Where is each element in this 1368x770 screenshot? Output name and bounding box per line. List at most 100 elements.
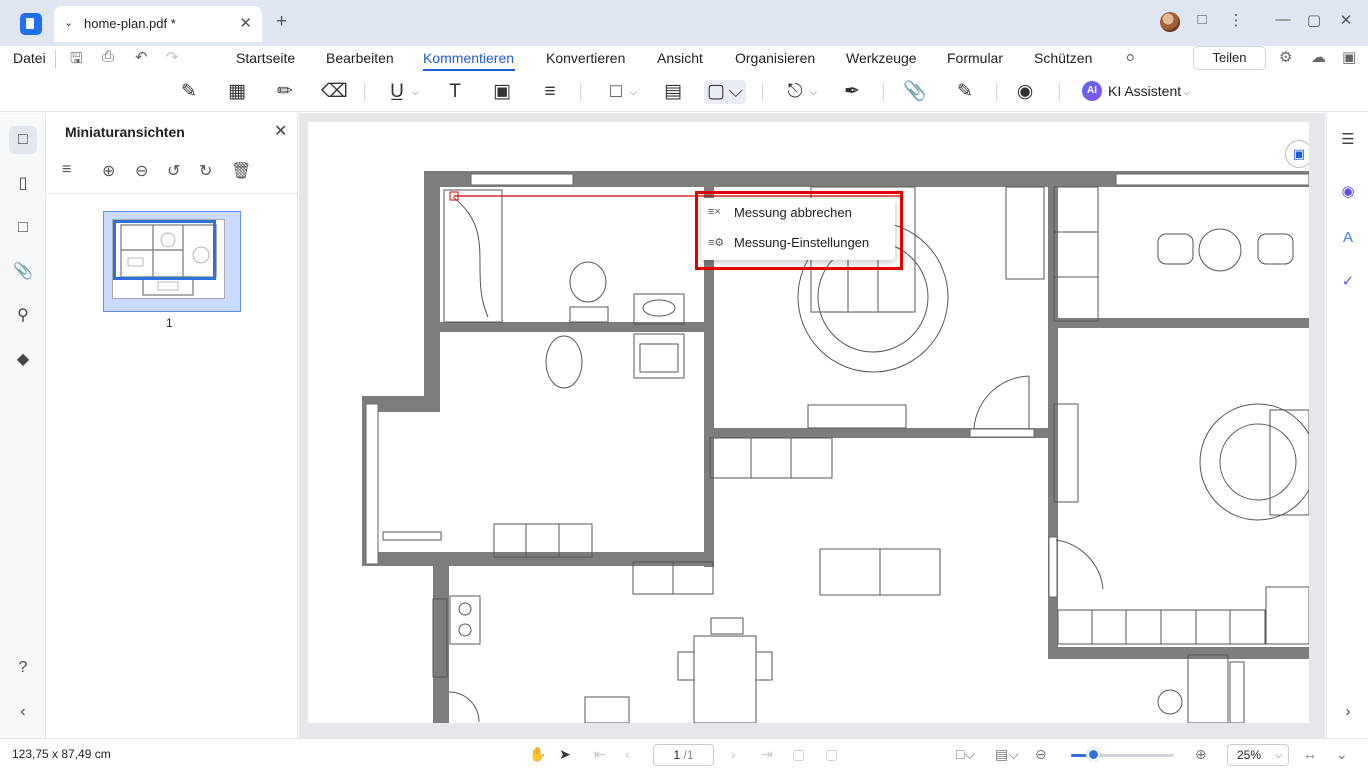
check-task-icon[interactable]: ✓ bbox=[1337, 271, 1359, 293]
layers-icon[interactable]: ◆ bbox=[9, 346, 37, 374]
zoom-in-icon[interactable]: ⊕ bbox=[1195, 746, 1207, 763]
delete-page-icon[interactable]: 🗑 bbox=[231, 161, 251, 181]
text-icon[interactable]: T bbox=[443, 80, 467, 104]
next-page-icon[interactable]: › bbox=[731, 746, 736, 762]
eraser-icon[interactable]: ⌫ bbox=[321, 80, 348, 104]
hand-tool-icon[interactable]: ✋ bbox=[529, 746, 546, 763]
chevron-down-icon[interactable]: ⌵ bbox=[1183, 87, 1190, 98]
menu-schuetzen[interactable]: Schützen bbox=[1034, 50, 1092, 66]
feedback-icon[interactable]: □ bbox=[1192, 11, 1212, 28]
page-view-icon[interactable]: ▢ bbox=[825, 746, 838, 763]
page-thumbnails-icon[interactable]: □ bbox=[9, 126, 37, 154]
attachment-icon[interactable]: 📎 bbox=[903, 80, 927, 104]
zoom-out-icon[interactable]: ⊖ bbox=[1035, 746, 1047, 763]
eye-icon[interactable]: ◉ bbox=[1013, 80, 1037, 104]
share-button[interactable]: Teilen bbox=[1193, 46, 1266, 70]
comments-icon[interactable]: □ bbox=[9, 214, 37, 242]
textbox-icon[interactable]: ▣ bbox=[490, 80, 514, 104]
workflow-icon[interactable]: ⚙ bbox=[1279, 48, 1292, 66]
translate-icon[interactable]: A bbox=[1337, 227, 1359, 249]
zoom-in-icon[interactable]: ⊕ bbox=[102, 161, 115, 181]
page-thumbnail[interactable] bbox=[103, 211, 241, 312]
rotate-right-icon[interactable]: ↻ bbox=[199, 161, 212, 181]
page-number-input[interactable]: 1 /1 bbox=[653, 744, 714, 766]
thumbnail-page-number: 1 bbox=[166, 316, 173, 330]
area-highlight-icon[interactable]: ▦ bbox=[225, 80, 249, 104]
menu-item-measure-settings[interactable]: ≡⚙ Messung-Einstellungen bbox=[701, 228, 895, 258]
fit-width-icon[interactable]: ↔ bbox=[1303, 746, 1317, 762]
menu-organisieren[interactable]: Organisieren bbox=[735, 50, 815, 66]
rotate-view-icon[interactable]: ▢ bbox=[792, 746, 805, 763]
thumbnail-menu-icon[interactable]: ≡ bbox=[62, 161, 71, 179]
close-window-icon[interactable]: ✕ bbox=[1336, 11, 1356, 29]
new-tab-icon[interactable]: + bbox=[276, 11, 287, 33]
zoom-out-icon[interactable]: ⊖ bbox=[135, 161, 148, 181]
lightbulb-icon[interactable]: ⚪ bbox=[1124, 49, 1137, 67]
rotate-left-icon[interactable]: ↺ bbox=[167, 161, 180, 181]
layout-mode-icon[interactable]: ▤⌵ bbox=[995, 746, 1019, 763]
menu-ansicht[interactable]: Ansicht bbox=[657, 50, 703, 66]
help-icon[interactable]: ? bbox=[9, 654, 37, 682]
close-tab-icon[interactable]: ✕ bbox=[239, 14, 252, 32]
comment-list-icon[interactable]: ✎ bbox=[953, 80, 977, 104]
panel-toggle-icon[interactable]: ▣ bbox=[1342, 48, 1356, 66]
prev-page-icon[interactable]: ‹ bbox=[625, 746, 630, 762]
bookmark-icon[interactable]: ▯ bbox=[9, 170, 37, 198]
chevron-down-icon[interactable]: ⌵ bbox=[630, 87, 637, 98]
tab-chevron-icon[interactable]: ⌄ bbox=[64, 16, 73, 29]
menu-kommentieren[interactable]: Kommentieren bbox=[423, 50, 514, 66]
search-icon[interactable]: ⚲ bbox=[9, 302, 37, 330]
collapse-left-icon[interactable]: ‹ bbox=[9, 698, 37, 726]
print-icon[interactable]: ⎙ bbox=[102, 48, 114, 65]
avatar[interactable] bbox=[1160, 12, 1180, 32]
ai-bot-icon[interactable]: ◉ bbox=[1337, 181, 1359, 203]
undo-icon[interactable]: ↶ bbox=[135, 48, 148, 66]
note-icon[interactable]: ▤ bbox=[661, 80, 685, 104]
last-page-icon[interactable]: ⇥ bbox=[761, 746, 773, 763]
thumbnail-viewport[interactable] bbox=[113, 220, 216, 280]
menu-item-cancel-measure[interactable]: ≡× Messung abbrechen bbox=[701, 198, 895, 228]
fit-page-icon[interactable]: ▣ bbox=[1285, 140, 1309, 168]
annotation-toolbar: ✎ ▦ ✏ ⌫ U̲ ⌵ T ▣ ≡ □ ⌵ ▤ ▢ ⌵ ⎋ ⌵ ✒ 📎 ✎ ◉… bbox=[0, 72, 1368, 112]
menu-werkzeuge[interactable]: Werkzeuge bbox=[846, 50, 917, 66]
menu-formular[interactable]: Formular bbox=[947, 50, 1003, 66]
ai-assistant-icon[interactable]: AI bbox=[1082, 81, 1102, 101]
menu-file[interactable]: Datei bbox=[13, 50, 46, 66]
chevron-down-icon: ⌵ bbox=[1275, 750, 1282, 760]
expand-right-icon[interactable]: › bbox=[1337, 701, 1359, 723]
more-icon[interactable]: ⋮ bbox=[1226, 11, 1246, 29]
document-tab[interactable]: ⌄ home-plan.pdf * ✕ bbox=[54, 6, 262, 42]
maximize-icon[interactable]: ▢ bbox=[1304, 11, 1324, 29]
menu-konvertieren[interactable]: Konvertieren bbox=[546, 50, 625, 66]
save-icon[interactable]: 🖫 bbox=[70, 48, 83, 73]
attachment-icon[interactable]: 📎 bbox=[9, 258, 37, 286]
thumbnail-panel: Miniaturansichten ✕ ≡ ⊕ ⊖ ↺ ↻ 🗑 1 bbox=[47, 113, 298, 738]
cloud-upload-icon[interactable]: ☁ bbox=[1311, 48, 1326, 66]
ai-assistant-button[interactable]: KI Assistent bbox=[1108, 83, 1181, 99]
shape-rectangle-icon[interactable]: □ bbox=[604, 80, 628, 104]
minimize-icon[interactable]: — bbox=[1273, 11, 1293, 28]
highlight-icon[interactable]: ✎ bbox=[177, 80, 201, 104]
pencil-icon[interactable]: ✏ bbox=[273, 80, 297, 104]
stamp-icon[interactable]: ⎋ bbox=[783, 80, 807, 104]
chevron-down-icon[interactable]: ⌵ bbox=[810, 87, 817, 98]
close-panel-icon[interactable]: ✕ bbox=[274, 121, 287, 141]
chevron-down-icon[interactable]: ⌵ bbox=[412, 87, 419, 98]
redo-icon[interactable]: ↷ bbox=[166, 48, 179, 66]
menu-bar: Datei 🖫 ⎙ ↶ ↷ Startseite Bearbeiten Komm… bbox=[0, 46, 1368, 72]
menu-startseite[interactable]: Startseite bbox=[236, 50, 295, 66]
callout-icon[interactable]: ≡ bbox=[538, 80, 562, 104]
measure-settings-icon: ≡⚙ bbox=[708, 237, 725, 249]
first-page-icon[interactable]: ⇤ bbox=[594, 746, 606, 763]
measure-tool-icon[interactable]: ▢ ⌵ bbox=[704, 80, 746, 104]
signature-icon[interactable]: ✒ bbox=[840, 80, 864, 104]
menu-bearbeiten[interactable]: Bearbeiten bbox=[326, 50, 394, 66]
selection-mode-icon[interactable]: □⌵ bbox=[956, 746, 975, 763]
zoom-level-select[interactable]: 25% ⌵ bbox=[1227, 744, 1289, 766]
title-bar: ⌄ home-plan.pdf * ✕ + □ ⋮ — ▢ ✕ bbox=[0, 0, 1368, 46]
scroll-down-icon[interactable]: ⌄ bbox=[1336, 746, 1348, 763]
select-tool-icon[interactable]: ➤ bbox=[559, 746, 571, 763]
properties-icon[interactable]: ☰ bbox=[1337, 129, 1359, 151]
zoom-slider-handle[interactable] bbox=[1087, 748, 1100, 761]
underline-icon[interactable]: U̲ bbox=[385, 80, 409, 104]
